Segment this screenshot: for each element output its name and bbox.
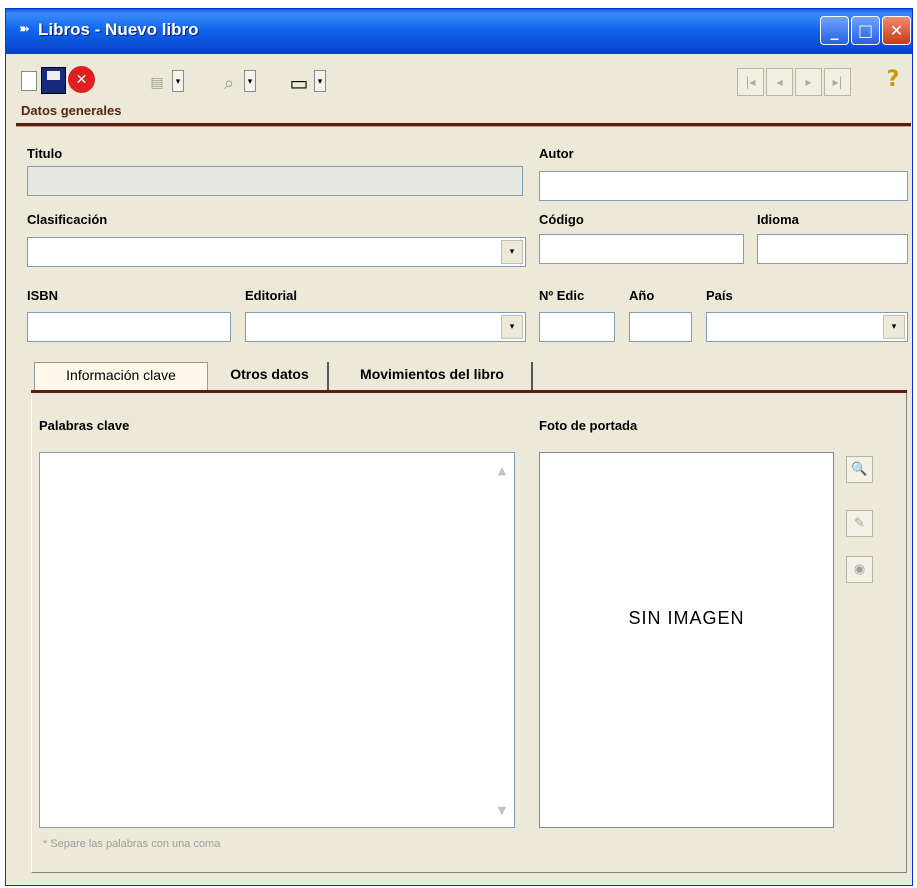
cancel-icon[interactable]: ✕	[68, 66, 95, 93]
idioma-field[interactable]	[757, 234, 908, 264]
load-image-icon[interactable]: 🔍	[846, 456, 873, 483]
minimize-button[interactable]: _	[820, 16, 849, 45]
title-bar[interactable]: ➽ Libros - Nuevo libro _ □ ✕	[6, 9, 912, 54]
tab-otros-datos[interactable]: Otros datos	[212, 362, 329, 390]
isbn-label: ISBN	[27, 288, 59, 303]
editorial-label: Editorial	[245, 288, 298, 303]
print-dropdown-icon[interactable]: ▾	[172, 70, 184, 92]
section-title: Datos generales	[21, 103, 122, 118]
prev-record-icon[interactable]: ◂	[766, 68, 793, 96]
view-icon[interactable]: ▭	[286, 68, 312, 98]
tab-informacion-clave[interactable]: Información clave	[34, 362, 208, 390]
tab-movimientos-del-libro[interactable]: Movimientos del libro	[333, 362, 533, 390]
pais-select[interactable]: ▾	[706, 312, 908, 342]
cover-label: Foto de portada	[539, 418, 638, 433]
app-icon: ➽	[19, 22, 30, 37]
scroll-up-icon[interactable]: ▲	[494, 463, 510, 479]
view-image-icon[interactable]: ◉	[846, 556, 873, 583]
print-icon[interactable]: ▤	[144, 68, 170, 98]
find-dropdown-icon[interactable]: ▾	[244, 70, 256, 92]
find-icon[interactable]: ⌕	[216, 68, 242, 98]
codigo-label: Código	[539, 212, 584, 227]
isbn-field[interactable]	[27, 312, 231, 342]
num-edic-label: Nº Edic	[539, 288, 585, 303]
titulo-label: Titulo	[27, 146, 63, 161]
no-image-text: SIN IMAGEN	[628, 608, 745, 628]
edit-image-icon[interactable]: ✎	[846, 510, 873, 537]
num-edic-field[interactable]	[539, 312, 615, 342]
view-dropdown-icon[interactable]: ▾	[314, 70, 326, 92]
help-icon[interactable]: ?	[882, 67, 904, 95]
window-title: Libros - Nuevo libro	[38, 20, 199, 39]
maximize-button[interactable]: □	[851, 16, 880, 45]
section-divider	[16, 123, 911, 127]
keywords-textarea[interactable]: ▲ ▼	[39, 452, 515, 828]
first-record-icon[interactable]: |◂	[737, 68, 764, 96]
scroll-down-icon[interactable]: ▼	[494, 803, 510, 819]
toolbar: ✕ ▤ ▾ ⌕ ▾ ▭ ▾ |◂ ◂ ▸ ▸| ?	[6, 54, 912, 104]
close-button[interactable]: ✕	[882, 16, 911, 45]
clasificacion-label: Clasificación	[27, 212, 108, 227]
autor-field[interactable]	[539, 171, 908, 201]
chevron-down-icon[interactable]: ▾	[501, 240, 523, 264]
autor-label: Autor	[539, 146, 574, 161]
pais-label: País	[706, 288, 733, 303]
titulo-field[interactable]	[27, 166, 523, 196]
cover-photo-box[interactable]: SIN IMAGEN	[539, 452, 834, 828]
keywords-label: Palabras clave	[39, 418, 130, 433]
save-icon[interactable]	[41, 67, 66, 94]
next-record-icon[interactable]: ▸	[795, 68, 822, 96]
chevron-down-icon[interactable]: ▾	[883, 315, 905, 339]
keywords-hint: * Separe las palabras con una coma	[43, 838, 221, 850]
codigo-field[interactable]	[539, 234, 744, 264]
idioma-label: Idioma	[757, 212, 799, 227]
chevron-down-icon[interactable]: ▾	[501, 315, 523, 339]
last-record-icon[interactable]: ▸|	[824, 68, 851, 96]
editorial-select[interactable]: ▾	[245, 312, 526, 342]
anio-label: Año	[629, 288, 655, 303]
anio-field[interactable]	[629, 312, 692, 342]
clasificacion-select[interactable]: ▾	[27, 237, 526, 267]
new-document-icon[interactable]	[18, 66, 40, 96]
